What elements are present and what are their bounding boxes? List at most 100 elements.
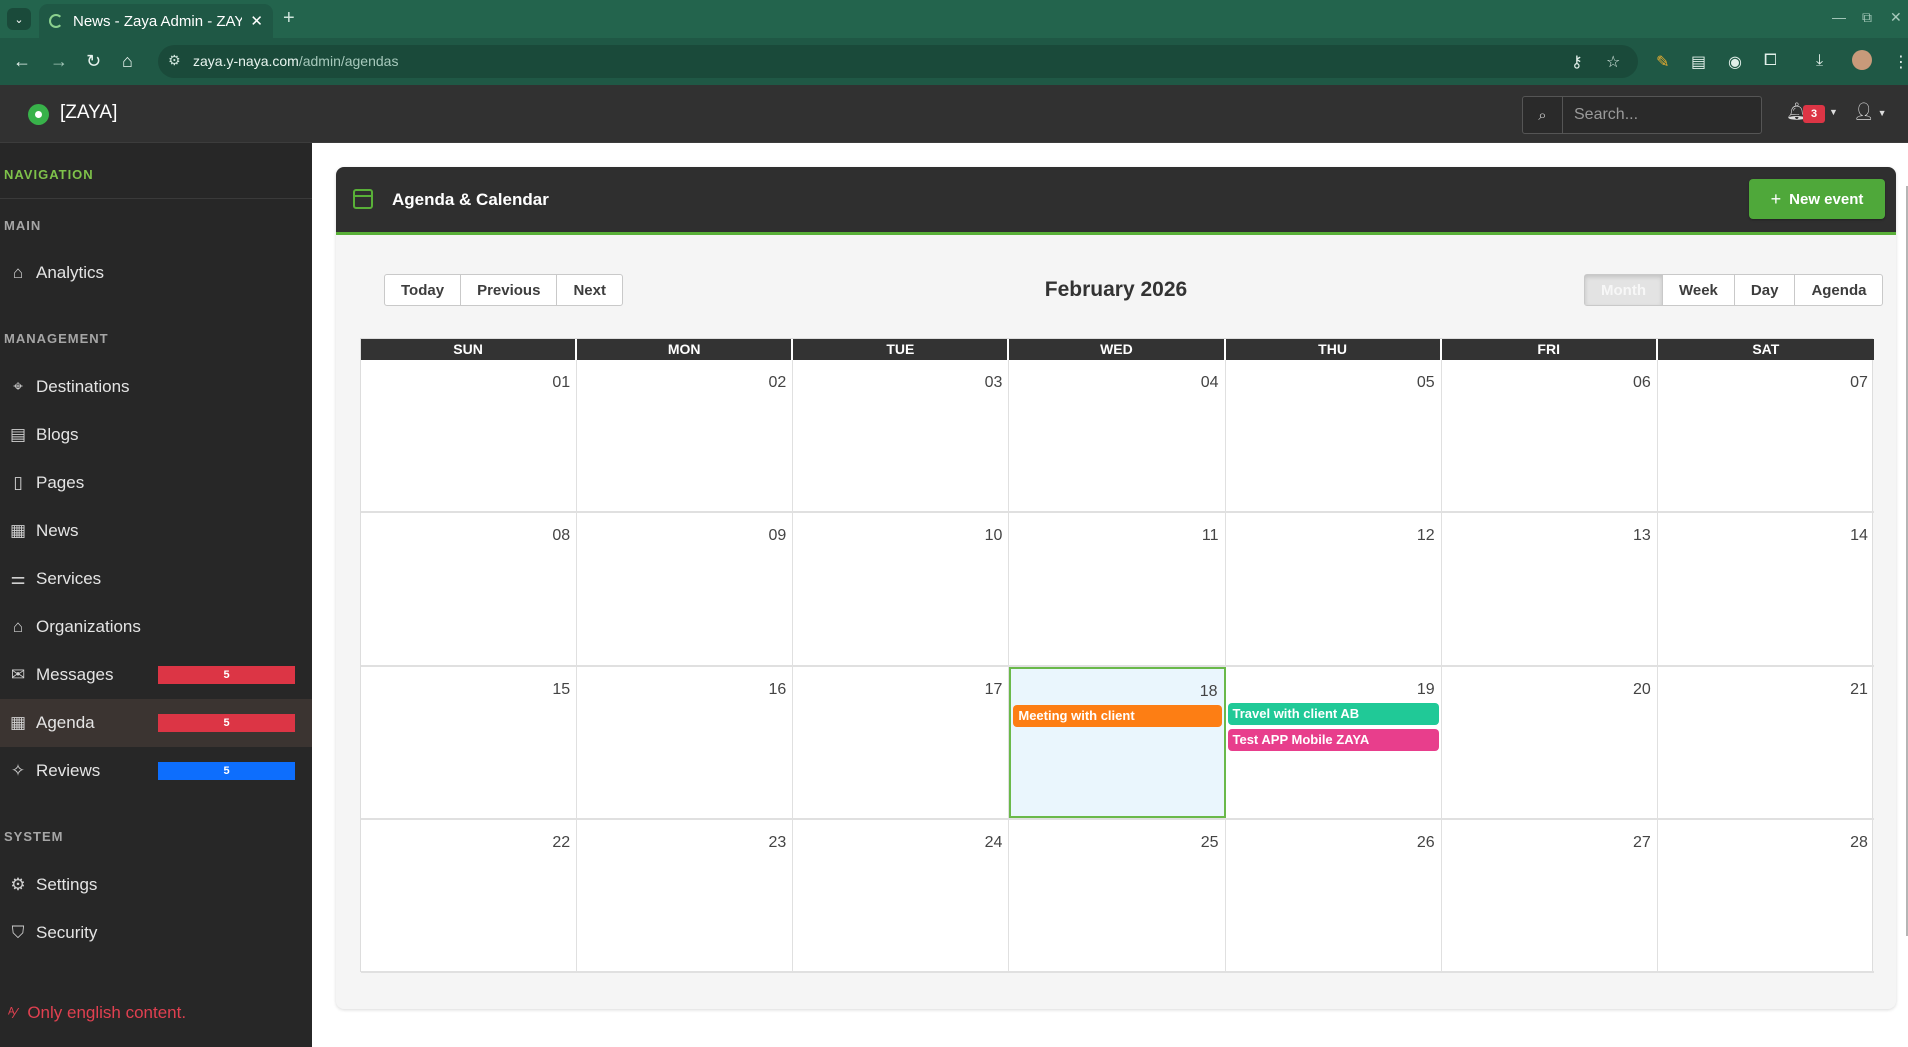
camera-extension-icon[interactable]: ◉ [1728, 52, 1742, 72]
view-week-button[interactable]: Week [1663, 275, 1735, 305]
day-cell-18[interactable]: 18 Meeting with client [1009, 666, 1226, 818]
day-cell-25[interactable]: 25 [1009, 819, 1226, 971]
day-number[interactable]: 06 [1633, 374, 1651, 392]
day-number[interactable]: 13 [1633, 527, 1651, 545]
day-number[interactable]: 17 [985, 681, 1003, 699]
search-input[interactable] [1564, 97, 1760, 133]
day-cell-27[interactable]: 27 [1442, 819, 1658, 971]
address-bar[interactable]: ⚙ zaya.y-naya.com/admin/agendas ⚷ ☆ [158, 45, 1638, 78]
day-number[interactable]: 19 [1417, 681, 1435, 699]
brand-name[interactable]: [ZAYA] [60, 102, 117, 124]
day-cell-10[interactable]: 10 [793, 513, 1010, 665]
day-cell-26[interactable]: 26 [1226, 819, 1442, 971]
download-icon[interactable]: ⤓ [1816, 52, 1823, 70]
day-cell-04[interactable]: 04 [1009, 360, 1226, 512]
site-info-icon[interactable]: ⚙ [168, 52, 181, 69]
sidebar-item-agenda[interactable]: ▦ Agenda 5 [0, 699, 312, 747]
day-number[interactable]: 23 [768, 834, 786, 852]
sidebar-item-analytics[interactable]: ⌂ Analytics [0, 249, 312, 297]
close-tab-icon[interactable]: ✕ [250, 12, 263, 30]
minimize-button[interactable]: — [1832, 9, 1846, 25]
sidebar-item-services[interactable]: ⚌ Services [0, 555, 312, 603]
day-number[interactable]: 02 [768, 374, 786, 392]
calendar-event[interactable]: Meeting with client [1013, 704, 1222, 727]
calendar-event[interactable]: Test APP Mobile ZAYA [1227, 728, 1439, 751]
day-number[interactable]: 24 [985, 834, 1003, 852]
day-number[interactable]: 14 [1850, 527, 1868, 545]
day-cell-16[interactable]: 16 [577, 666, 794, 818]
pen-extension-icon[interactable]: ✎ [1656, 52, 1669, 72]
search-icon[interactable]: ⌕ [1523, 97, 1563, 133]
day-cell-06[interactable]: 06 [1442, 360, 1658, 512]
profile-avatar[interactable] [1852, 50, 1872, 70]
reload-button[interactable]: ↻ [86, 51, 101, 71]
back-button[interactable]: ← [13, 51, 31, 71]
sidebar-item-news[interactable]: ▦ News [0, 507, 312, 555]
day-number[interactable]: 28 [1850, 834, 1868, 852]
sidebar-item-organizations[interactable]: ⌂ Organizations [0, 603, 312, 651]
day-cell-01[interactable]: 01 [361, 360, 578, 512]
day-number[interactable]: 10 [985, 527, 1003, 545]
day-number[interactable]: 22 [552, 834, 570, 852]
day-cell-11[interactable]: 11 [1009, 513, 1226, 665]
day-number[interactable]: 21 [1850, 681, 1868, 699]
day-cell-17[interactable]: 17 [793, 666, 1010, 818]
sidebar-item-reviews[interactable]: ✧ Reviews 5 [0, 747, 312, 795]
day-cell-21[interactable]: 21 [1658, 667, 1874, 818]
sidebar-item-messages[interactable]: ✉ Messages 5 [0, 651, 312, 699]
day-cell-13[interactable]: 13 [1442, 513, 1658, 665]
day-number[interactable]: 07 [1850, 374, 1868, 392]
day-cell-15[interactable]: 15 [361, 666, 578, 818]
close-window-button[interactable]: ✕ [1890, 9, 1902, 26]
home-button[interactable]: ⌂ [122, 51, 133, 71]
day-number[interactable]: 15 [552, 681, 570, 699]
day-number[interactable]: 16 [768, 681, 786, 699]
browser-menu-icon[interactable]: ⋮ [1893, 52, 1908, 72]
day-cell-22[interactable]: 22 [361, 819, 578, 971]
day-cell-12[interactable]: 12 [1226, 513, 1442, 665]
day-cell-20[interactable]: 20 [1442, 666, 1658, 818]
calendar-event[interactable]: Travel with client AB [1227, 702, 1439, 725]
day-cell-09[interactable]: 09 [577, 513, 794, 665]
view-agenda-button[interactable]: Agenda [1795, 275, 1882, 305]
day-number[interactable]: 20 [1633, 681, 1651, 699]
password-key-icon[interactable]: ⚷ [1571, 52, 1583, 72]
extensions-puzzle-icon[interactable]: ⧠ [1764, 52, 1777, 70]
view-month-button[interactable]: Month [1585, 275, 1663, 305]
day-cell-08[interactable]: 08 [361, 513, 578, 665]
day-number[interactable]: 04 [1201, 374, 1219, 392]
user-menu-icon[interactable]: 👤︎ ▼ [1853, 102, 1887, 122]
day-number[interactable]: 11 [1202, 527, 1219, 545]
day-number[interactable]: 12 [1417, 527, 1435, 545]
day-number[interactable]: 18 [1200, 683, 1218, 701]
maximize-button[interactable]: ⧉ [1862, 9, 1872, 26]
sidebar-item-blogs[interactable]: ▤ Blogs [0, 411, 312, 459]
day-number[interactable]: 26 [1417, 834, 1435, 852]
day-cell-05[interactable]: 05 [1226, 360, 1442, 512]
day-cell-19[interactable]: 19 Travel with client AB Test APP Mobile Z… [1226, 666, 1442, 818]
document-extension-icon[interactable]: ▤ [1691, 52, 1706, 72]
browser-tab[interactable]: News - Zaya Admin - ZAYA ✕ [39, 4, 273, 38]
day-cell-03[interactable]: 03 [793, 360, 1010, 512]
view-day-button[interactable]: Day [1735, 275, 1796, 305]
day-cell-23[interactable]: 23 [577, 819, 794, 971]
day-cell-14[interactable]: 14 [1658, 513, 1874, 664]
bookmark-star-icon[interactable]: ☆ [1606, 52, 1620, 72]
day-number[interactable]: 27 [1633, 834, 1651, 852]
day-number[interactable]: 01 [552, 374, 570, 392]
day-cell-02[interactable]: 02 [577, 360, 794, 512]
day-number[interactable]: 09 [768, 527, 786, 545]
sidebar-item-destinations[interactable]: ⌖ Destinations [0, 363, 312, 411]
new-tab-button[interactable]: + [283, 7, 295, 30]
day-number[interactable]: 08 [552, 527, 570, 545]
new-event-button[interactable]: + New event [1749, 179, 1885, 219]
sidebar-item-security[interactable]: ⛉ Security [0, 909, 312, 957]
day-cell-07[interactable]: 07 [1658, 360, 1874, 511]
forward-button[interactable]: → [50, 51, 68, 71]
sidebar-item-pages[interactable]: ▯ Pages [0, 459, 312, 507]
day-number[interactable]: 25 [1201, 834, 1219, 852]
day-cell-28[interactable]: 28 [1658, 820, 1874, 971]
tab-search-button[interactable]: ⌄ [7, 8, 31, 30]
notifications-caret-icon[interactable]: ▼ [1829, 107, 1838, 117]
day-number[interactable]: 05 [1417, 374, 1435, 392]
